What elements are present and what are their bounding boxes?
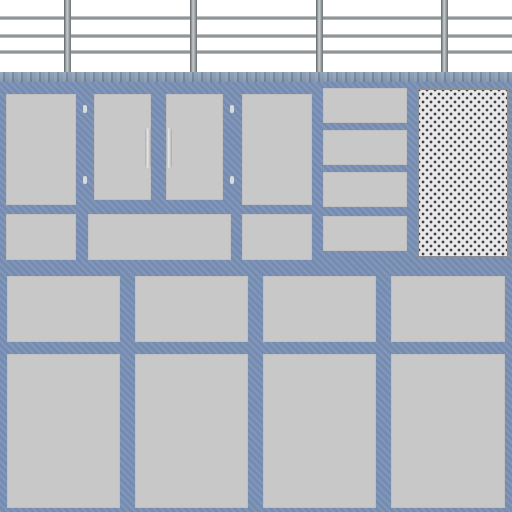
rail-bar-3	[0, 50, 512, 54]
upper-right-door	[242, 94, 312, 205]
upper-door-left	[94, 94, 151, 200]
hinge-left-bottom	[83, 176, 87, 184]
rail-post-2	[190, 0, 197, 80]
rail-bar-1	[0, 16, 512, 20]
hinge-left-top	[83, 105, 87, 113]
top-railing	[0, 0, 512, 80]
rail-post-4	[441, 0, 448, 80]
lower-grid-panel-2	[135, 276, 248, 342]
drawer-4	[323, 216, 407, 251]
drawer-3	[323, 172, 407, 207]
upper-left-door	[6, 94, 76, 205]
lower-right-short-panel	[242, 214, 312, 260]
lower-grid-panel-7	[263, 354, 376, 508]
door-handle-left	[145, 128, 151, 168]
rail-post-1	[64, 0, 71, 80]
texture-sheet	[0, 0, 512, 512]
hinge-right-bottom	[230, 176, 234, 184]
lower-center-short-panel	[88, 214, 231, 260]
lower-grid-panel-3	[263, 276, 376, 342]
drawer-1	[323, 88, 407, 123]
door-handle-right	[166, 128, 172, 168]
lower-grid-panel-6	[135, 354, 248, 508]
lower-left-short-panel	[6, 214, 76, 260]
lower-grid-panel-1	[7, 276, 120, 342]
lower-grid-panel-5	[7, 354, 120, 508]
upper-door-right	[166, 94, 223, 200]
rail-bar-2	[0, 34, 512, 38]
hinge-right-top	[230, 105, 234, 113]
lower-grid-panel-8	[391, 354, 505, 508]
lower-grid-panel-4	[391, 276, 505, 342]
drawer-2	[323, 130, 407, 165]
rail-post-3	[316, 0, 323, 80]
perforated-vent-panel	[417, 88, 509, 258]
